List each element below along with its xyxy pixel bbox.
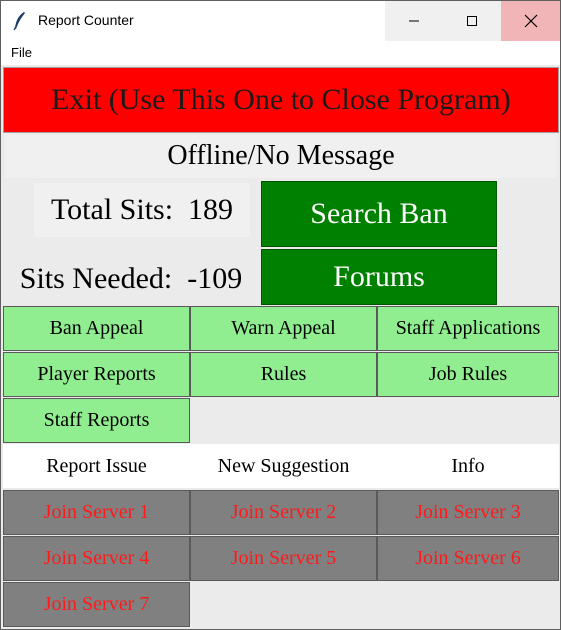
join-server-6-button[interactable]: Join Server 6 (377, 536, 559, 581)
maximize-button[interactable] (443, 1, 501, 41)
join-server-4-button[interactable]: Join Server 4 (3, 536, 190, 581)
maximize-icon (467, 16, 477, 26)
total-sits-label: Total Sits: 189 (34, 183, 250, 237)
join-server-1-button[interactable]: Join Server 1 (3, 490, 190, 535)
player-reports-button[interactable]: Player Reports (3, 352, 190, 397)
title-bar[interactable]: Report Counter (1, 1, 560, 41)
staff-reports-button[interactable]: Staff Reports (3, 398, 190, 443)
join-server-3-button[interactable]: Join Server 3 (377, 490, 559, 535)
warn-appeal-button[interactable]: Warn Appeal (190, 306, 377, 351)
join-server-7-button[interactable]: Join Server 7 (3, 582, 190, 627)
feather-icon (13, 12, 25, 31)
join-server-2-button[interactable]: Join Server 2 (190, 490, 377, 535)
menu-file[interactable]: File (11, 45, 32, 60)
close-button[interactable] (501, 1, 560, 41)
forums-button[interactable]: Forums (261, 249, 497, 305)
new-suggestion-button[interactable]: New Suggestion (190, 444, 377, 488)
minimize-icon (409, 20, 419, 22)
minimize-button[interactable] (385, 1, 443, 41)
sits-needed-label: Sits Needed: -109 (19, 262, 243, 295)
job-rules-button[interactable]: Job Rules (377, 352, 559, 397)
staff-applications-button[interactable]: Staff Applications (377, 306, 559, 351)
join-server-5-button[interactable]: Join Server 5 (190, 536, 377, 581)
close-icon (524, 14, 537, 28)
info-button[interactable]: Info (377, 444, 559, 488)
status-label: Offline/No Message (5, 134, 557, 178)
search-ban-button[interactable]: Search Ban (261, 181, 497, 247)
report-issue-button[interactable]: Report Issue (3, 444, 190, 488)
menu-bar: File (1, 41, 560, 65)
app-window: Report Counter File Exit (Use This One t… (0, 0, 561, 630)
exit-button[interactable]: Exit (Use This One to Close Program) (3, 67, 559, 133)
ban-appeal-button[interactable]: Ban Appeal (3, 306, 190, 351)
rules-button[interactable]: Rules (190, 352, 377, 397)
window-title: Report Counter (38, 12, 134, 28)
